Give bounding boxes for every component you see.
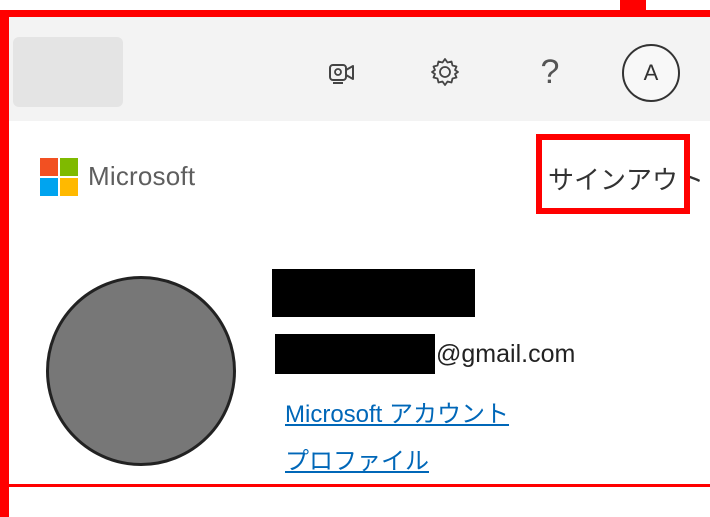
profile-avatar[interactable] xyxy=(46,276,236,466)
email-suffix: @gmail.com xyxy=(436,340,576,368)
microsoft-account-link[interactable]: Microsoft アカウント xyxy=(285,394,509,429)
annotation-border-bottom xyxy=(0,484,710,487)
brand-name: Microsoft xyxy=(88,161,196,191)
sign-out-highlight-box xyxy=(536,134,690,214)
meet-now-icon[interactable] xyxy=(322,52,362,92)
redacted-email-user xyxy=(275,334,435,374)
redacted-display-name xyxy=(272,269,475,317)
question-mark-icon[interactable]: ? xyxy=(530,52,570,92)
search-box[interactable] xyxy=(13,37,123,107)
annotation-border-top xyxy=(0,10,710,17)
help-glyph: ? xyxy=(540,53,560,91)
avatar-initial: A xyxy=(643,60,659,85)
screenshot-frame: ? A Microsoft サインアウト @gmail.com Microsof… xyxy=(0,0,710,517)
microsoft-logo-icon xyxy=(40,158,78,196)
gear-icon[interactable] xyxy=(425,52,465,92)
annotation-border-left xyxy=(0,10,9,517)
account-avatar-button[interactable]: A xyxy=(622,44,680,102)
annotation-pointer-tab xyxy=(620,0,646,14)
profile-link[interactable]: プロファイル xyxy=(285,441,429,476)
